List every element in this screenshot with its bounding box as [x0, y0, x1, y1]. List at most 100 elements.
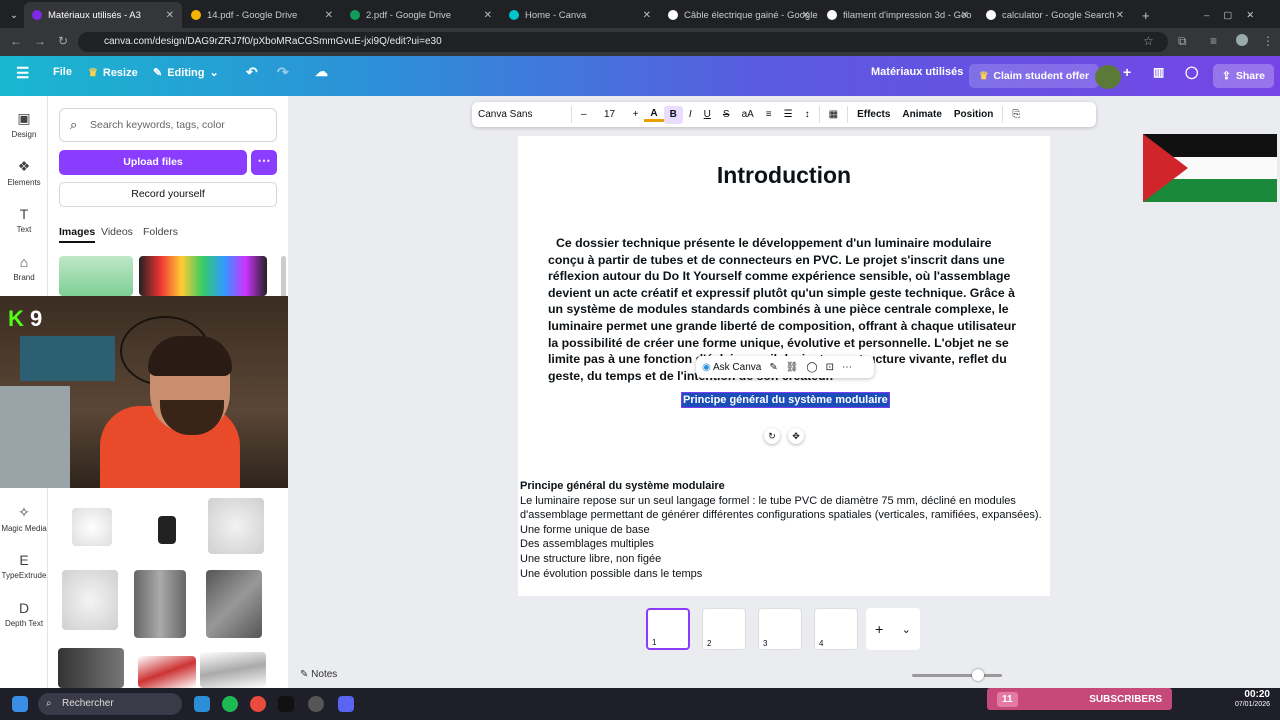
font-size-input[interactable]: 17 — [593, 102, 627, 127]
tab-videos[interactable]: Videos — [101, 226, 133, 238]
letter-case-icon[interactable]: aA — [736, 102, 760, 127]
rail-depth-text[interactable]: D Depth Text — [0, 600, 48, 628]
list-icon[interactable]: ☰ — [778, 102, 799, 127]
extensions-icon[interactable]: ⧉ — [1178, 34, 1187, 49]
font-size-decrease[interactable]: – — [575, 102, 593, 127]
close-icon[interactable]: ✕ — [643, 10, 651, 21]
close-icon[interactable]: ✕ — [1116, 10, 1124, 21]
media-icon[interactable]: ≡ — [1210, 34, 1217, 48]
font-size-increase[interactable]: + — [627, 102, 645, 127]
selected-text-box[interactable]: Principe général du système modulaire — [681, 392, 890, 408]
upload-files-button[interactable]: Upload files — [59, 150, 247, 175]
image-thumb-elbow[interactable] — [58, 648, 124, 688]
move-icon[interactable]: ✥ — [788, 428, 804, 444]
underline-icon[interactable]: U — [698, 102, 717, 127]
image-thumb-white-sockets[interactable] — [208, 498, 264, 554]
rail-typeextrude[interactable]: E TypeExtrude — [0, 552, 48, 580]
close-icon[interactable]: ✕ — [961, 10, 969, 21]
add-collaborator-icon[interactable]: + — [1123, 64, 1131, 80]
notes-button[interactable]: ✎ Notes — [300, 669, 337, 680]
rail-magic-media[interactable]: ✧ Magic Media — [0, 504, 48, 533]
analytics-icon[interactable]: ▥ — [1153, 65, 1164, 79]
text-color-icon[interactable]: A — [644, 107, 664, 122]
page-thumb-1[interactable]: 1 — [646, 608, 690, 650]
italic-icon[interactable]: I — [683, 102, 698, 127]
magic-write-icon[interactable]: ✎ — [769, 362, 777, 373]
tab-drive-2[interactable]: 2.pdf - Google Drive ✕ — [342, 2, 500, 28]
image-thumb-filaments[interactable] — [139, 256, 267, 296]
close-icon[interactable]: ✕ — [325, 10, 333, 21]
design-page[interactable]: Introduction Ce dossier technique présen… — [518, 136, 1050, 596]
discord-icon[interactable] — [338, 696, 354, 712]
strikethrough-icon[interactable]: S — [717, 102, 736, 127]
comment-icon[interactable]: ◯ — [1185, 65, 1198, 79]
rail-text[interactable]: T Text — [0, 206, 48, 234]
image-thumb-socket[interactable] — [72, 508, 112, 546]
link-icon[interactable]: ⛓ — [786, 362, 799, 373]
palestine-flag-image[interactable] — [1143, 134, 1277, 202]
redo-icon[interactable]: ↷ — [277, 64, 289, 81]
image-thumb-black-socket[interactable] — [158, 516, 176, 544]
tab-list-button[interactable]: ⌄ — [2, 2, 22, 28]
zoom-slider-handle[interactable] — [972, 669, 984, 681]
position-button[interactable]: Position — [948, 102, 999, 127]
spotify-icon[interactable] — [222, 696, 238, 712]
effects-button[interactable]: Effects — [851, 102, 896, 127]
upload-more-button[interactable]: ⋯ — [251, 150, 277, 175]
align-center-icon[interactable]: ≡ — [760, 102, 778, 127]
add-page-button[interactable]: + ⌄ — [866, 608, 920, 650]
back-icon[interactable]: ← — [10, 34, 22, 48]
resize-button[interactable]: ♛ Resize — [88, 66, 138, 80]
page-thumb-2[interactable]: 2 — [702, 608, 746, 650]
section-text[interactable]: Principe général du système modulaire Le… — [520, 479, 1045, 581]
undo-icon[interactable]: ↶ — [246, 64, 258, 81]
image-thumb-pvc-tubes[interactable] — [59, 256, 133, 296]
transparency-icon[interactable]: ▦ — [823, 102, 844, 127]
page-thumb-4[interactable]: 4 — [814, 608, 858, 650]
tab-google-cable[interactable]: Câble électrique gainé - Google ✕ — [660, 2, 818, 28]
share-button[interactable]: ⇪ Share — [1213, 64, 1274, 88]
tab-google-filament[interactable]: filament d'impression 3d - Goo ✕ — [819, 2, 977, 28]
url-input[interactable]: canva.com/design/DAG9rZRJ7f0/pXboMRaCGSm… — [78, 32, 1168, 52]
tiktok-icon[interactable] — [278, 696, 294, 712]
zoom-slider[interactable] — [912, 674, 1002, 677]
profile-avatar[interactable] — [1236, 34, 1248, 46]
page-title[interactable]: Introduction — [518, 162, 1050, 189]
reload-icon[interactable]: ↻ — [58, 34, 68, 48]
tab-images[interactable]: Images — [59, 226, 96, 243]
hamburger-icon[interactable]: ☰ — [16, 64, 29, 82]
windows-start-icon[interactable] — [12, 696, 28, 712]
image-thumb-socket-group[interactable] — [62, 570, 118, 630]
animate-button[interactable]: Animate — [896, 102, 947, 127]
tab-google-calculator[interactable]: calculator - Google Search ✕ — [978, 2, 1132, 28]
menu-icon[interactable]: ⋮ — [1262, 34, 1274, 48]
close-icon[interactable]: ✕ — [802, 10, 810, 21]
close-icon[interactable]: ✕ — [166, 10, 174, 21]
new-tab-button[interactable]: + — [1134, 2, 1154, 28]
obs-icon[interactable] — [308, 696, 324, 712]
more-icon[interactable]: ⋯ — [842, 362, 852, 373]
claim-student-offer-button[interactable]: ♛ Claim student offer — [969, 64, 1100, 88]
bookmark-star-icon[interactable]: ☆ — [1143, 34, 1154, 48]
tab-canva-home[interactable]: Home - Canva ✕ — [501, 2, 659, 28]
user-avatar[interactable] — [1095, 65, 1121, 89]
ask-canva-button[interactable]: ◉ Ask Canva — [702, 362, 761, 373]
image-thumb-cable[interactable] — [138, 656, 196, 688]
document-title[interactable]: Matériaux utilisés — [871, 66, 963, 78]
record-yourself-button[interactable]: Record yourself — [59, 182, 277, 207]
system-clock[interactable]: 00:20 07/01/2026 — [1222, 690, 1270, 710]
window-controls[interactable]: –▢✕ — [1196, 2, 1276, 28]
search-input[interactable]: ⌕ Search keywords, tags, color — [59, 108, 277, 142]
tab-folders[interactable]: Folders — [143, 226, 178, 238]
edge-icon[interactable] — [194, 696, 210, 712]
rotate-icon[interactable]: ↻ — [764, 428, 780, 444]
font-family-select[interactable]: Canva Sans — [472, 102, 568, 127]
image-thumb-pvc-pipe[interactable] — [206, 570, 262, 638]
copy-style-icon[interactable]: ⎘ — [1006, 102, 1026, 127]
image-thumb-pvc-tee[interactable] — [134, 570, 186, 638]
chrome-icon[interactable] — [250, 696, 266, 712]
forward-icon[interactable]: → — [34, 34, 46, 48]
lock-icon[interactable]: ⊡ — [826, 362, 834, 373]
tab-active[interactable]: Matériaux utilisés - A3 ✕ — [24, 2, 182, 28]
comment-icon[interactable]: ◯ — [806, 362, 817, 373]
